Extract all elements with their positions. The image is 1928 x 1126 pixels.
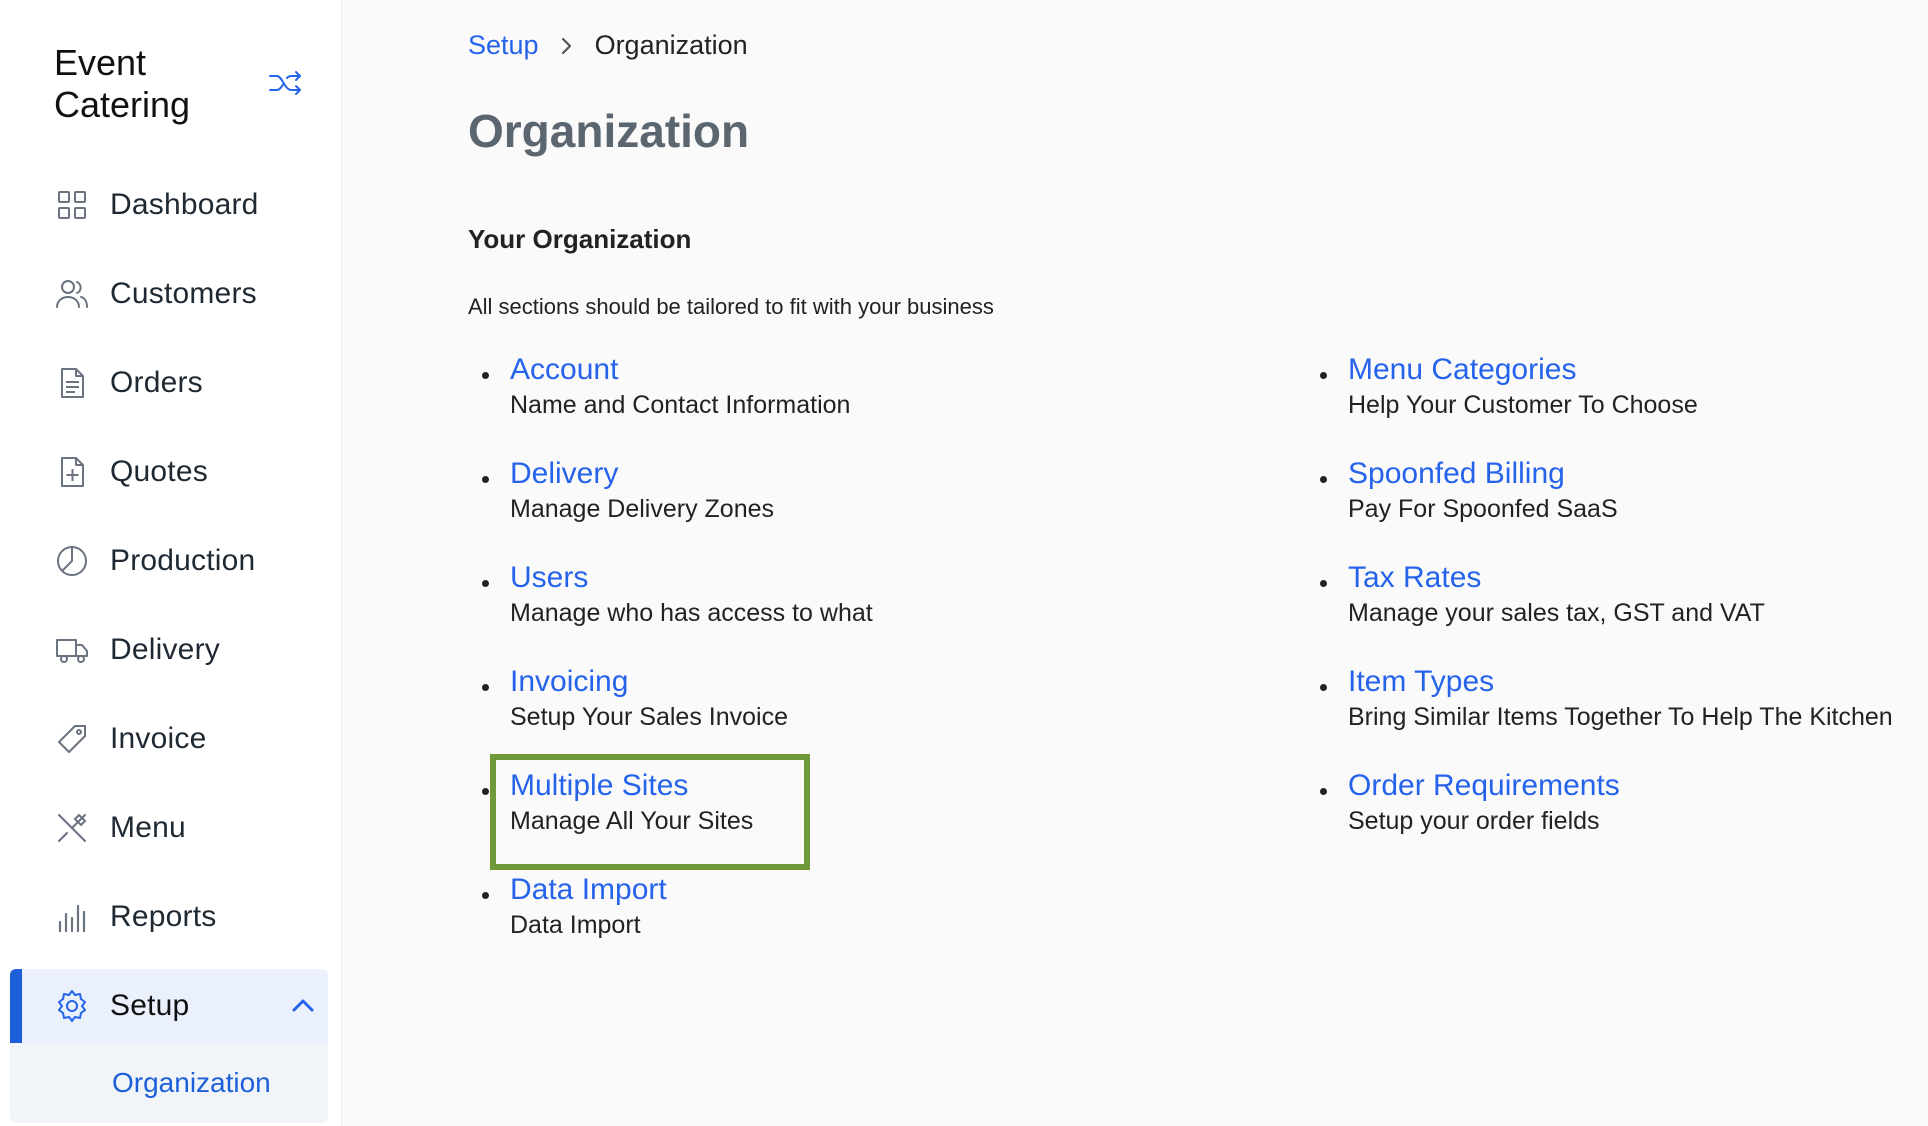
item-description: Manage Delivery Zones (510, 495, 775, 523)
document-icon (54, 365, 90, 401)
breadcrumb-link-setup[interactable]: Setup (468, 30, 539, 61)
sidebar-item-label: Orders (110, 366, 203, 399)
page-title: Organization (468, 105, 750, 157)
gear-icon (54, 988, 90, 1024)
sidebar-item-label: Invoice (110, 722, 207, 755)
link-item-types[interactable]: Item Types (1348, 662, 1893, 702)
sidebar-item-quotes[interactable]: Quotes (10, 435, 328, 509)
item-description: Manage who has access to what (510, 599, 873, 627)
sidebar-item-label: Delivery (110, 633, 220, 666)
sidebar-item-label: Setup (110, 989, 190, 1022)
link-menu-categories[interactable]: Menu Categories (1348, 350, 1893, 390)
link-delivery[interactable]: Delivery (510, 454, 873, 494)
sidebar: Event Catering Dashboard Customers Order… (0, 0, 342, 1126)
sidebar-item-label: Customers (110, 277, 257, 310)
truck-icon (54, 632, 90, 668)
link-invoicing[interactable]: Invoicing (510, 662, 873, 702)
file-plus-icon (54, 454, 90, 490)
sidebar-item-orders[interactable]: Orders (10, 346, 328, 420)
sidebar-item-menu[interactable]: Menu (10, 791, 328, 865)
chevron-right-icon (561, 37, 571, 54)
item-description: Bring Similar Items Together To Help The… (1348, 703, 1893, 731)
setup-submenu: Organization (10, 1043, 328, 1123)
sidebar-item-reports[interactable]: Reports (10, 880, 328, 954)
sidebar-item-label: Production (110, 544, 256, 577)
list-item: Delivery Manage Delivery Zones (476, 454, 873, 558)
list-item: Invoicing Setup Your Sales Invoice (476, 662, 873, 766)
sidebar-item-label: Dashboard (110, 188, 259, 221)
sidebar-item-production[interactable]: Production (10, 524, 328, 598)
item-description: Manage All Your Sites (510, 807, 754, 835)
list-item: Users Manage who has access to what (476, 558, 873, 662)
link-spoonfed-billing[interactable]: Spoonfed Billing (1348, 454, 1893, 494)
list-item: Order Requirements Setup your order fiel… (1314, 766, 1893, 870)
sidebar-item-setup[interactable]: Setup (10, 969, 328, 1043)
list-item: Item Types Bring Similar Items Together … (1314, 662, 1893, 766)
breadcrumb-current: Organization (594, 30, 748, 60)
link-order-requirements[interactable]: Order Requirements (1348, 766, 1893, 806)
sidebar-item-dashboard[interactable]: Dashboard (10, 168, 328, 242)
users-icon (54, 276, 90, 312)
utensils-icon (54, 810, 90, 846)
section-description: All sections should be tailored to fit w… (468, 294, 994, 319)
breadcrumb: Setup Organization (468, 30, 748, 61)
item-description: Data Import (510, 911, 641, 939)
sidebar-item-invoice[interactable]: Invoice (10, 702, 328, 776)
link-users[interactable]: Users (510, 558, 873, 598)
sidebar-subitem-organization[interactable]: Organization (112, 1067, 271, 1099)
sidebar-item-customers[interactable]: Customers (10, 257, 328, 331)
link-data-import[interactable]: Data Import (510, 870, 873, 910)
list-item: Tax Rates Manage your sales tax, GST and… (1314, 558, 1893, 662)
shuffle-icon[interactable] (268, 68, 304, 98)
settings-list-right: Menu Categories Help Your Customer To Ch… (1314, 350, 1893, 870)
list-item: Account Name and Contact Information (476, 350, 873, 454)
item-description: Setup your order fields (1348, 807, 1600, 835)
main-content: Setup Organization Organization Your Org… (342, 0, 1928, 1126)
sidebar-item-label: Quotes (110, 455, 208, 488)
item-description: Manage your sales tax, GST and VAT (1348, 599, 1765, 627)
item-description: Name and Contact Information (510, 391, 851, 419)
bar-chart-icon (54, 899, 90, 935)
grid-icon (54, 187, 90, 223)
settings-list-left: Account Name and Contact Information Del… (476, 350, 873, 974)
list-item: Data Import Data Import (476, 870, 873, 974)
chevron-up-icon[interactable] (288, 991, 318, 1021)
sidebar-item-label: Menu (110, 811, 186, 844)
list-item: Menu Categories Help Your Customer To Ch… (1314, 350, 1893, 454)
item-description: Help Your Customer To Choose (1348, 391, 1698, 419)
link-multiple-sites[interactable]: Multiple Sites (510, 766, 873, 806)
list-item: Spoonfed Billing Pay For Spoonfed SaaS (1314, 454, 1893, 558)
list-item: Multiple Sites Manage All Your Sites (476, 766, 873, 870)
sidebar-item-label: Reports (110, 900, 217, 933)
pie-chart-icon (54, 543, 90, 579)
link-account[interactable]: Account (510, 350, 873, 390)
section-title: Your Organization (468, 224, 692, 254)
tag-icon (54, 721, 90, 757)
sidebar-item-delivery[interactable]: Delivery (10, 613, 328, 687)
item-description: Setup Your Sales Invoice (510, 703, 788, 731)
sidebar-nav: Dashboard Customers Orders Quotes Produc… (10, 168, 328, 1123)
item-description: Pay For Spoonfed SaaS (1348, 495, 1618, 523)
brand-name: Event Catering (54, 42, 191, 125)
link-tax-rates[interactable]: Tax Rates (1348, 558, 1893, 598)
